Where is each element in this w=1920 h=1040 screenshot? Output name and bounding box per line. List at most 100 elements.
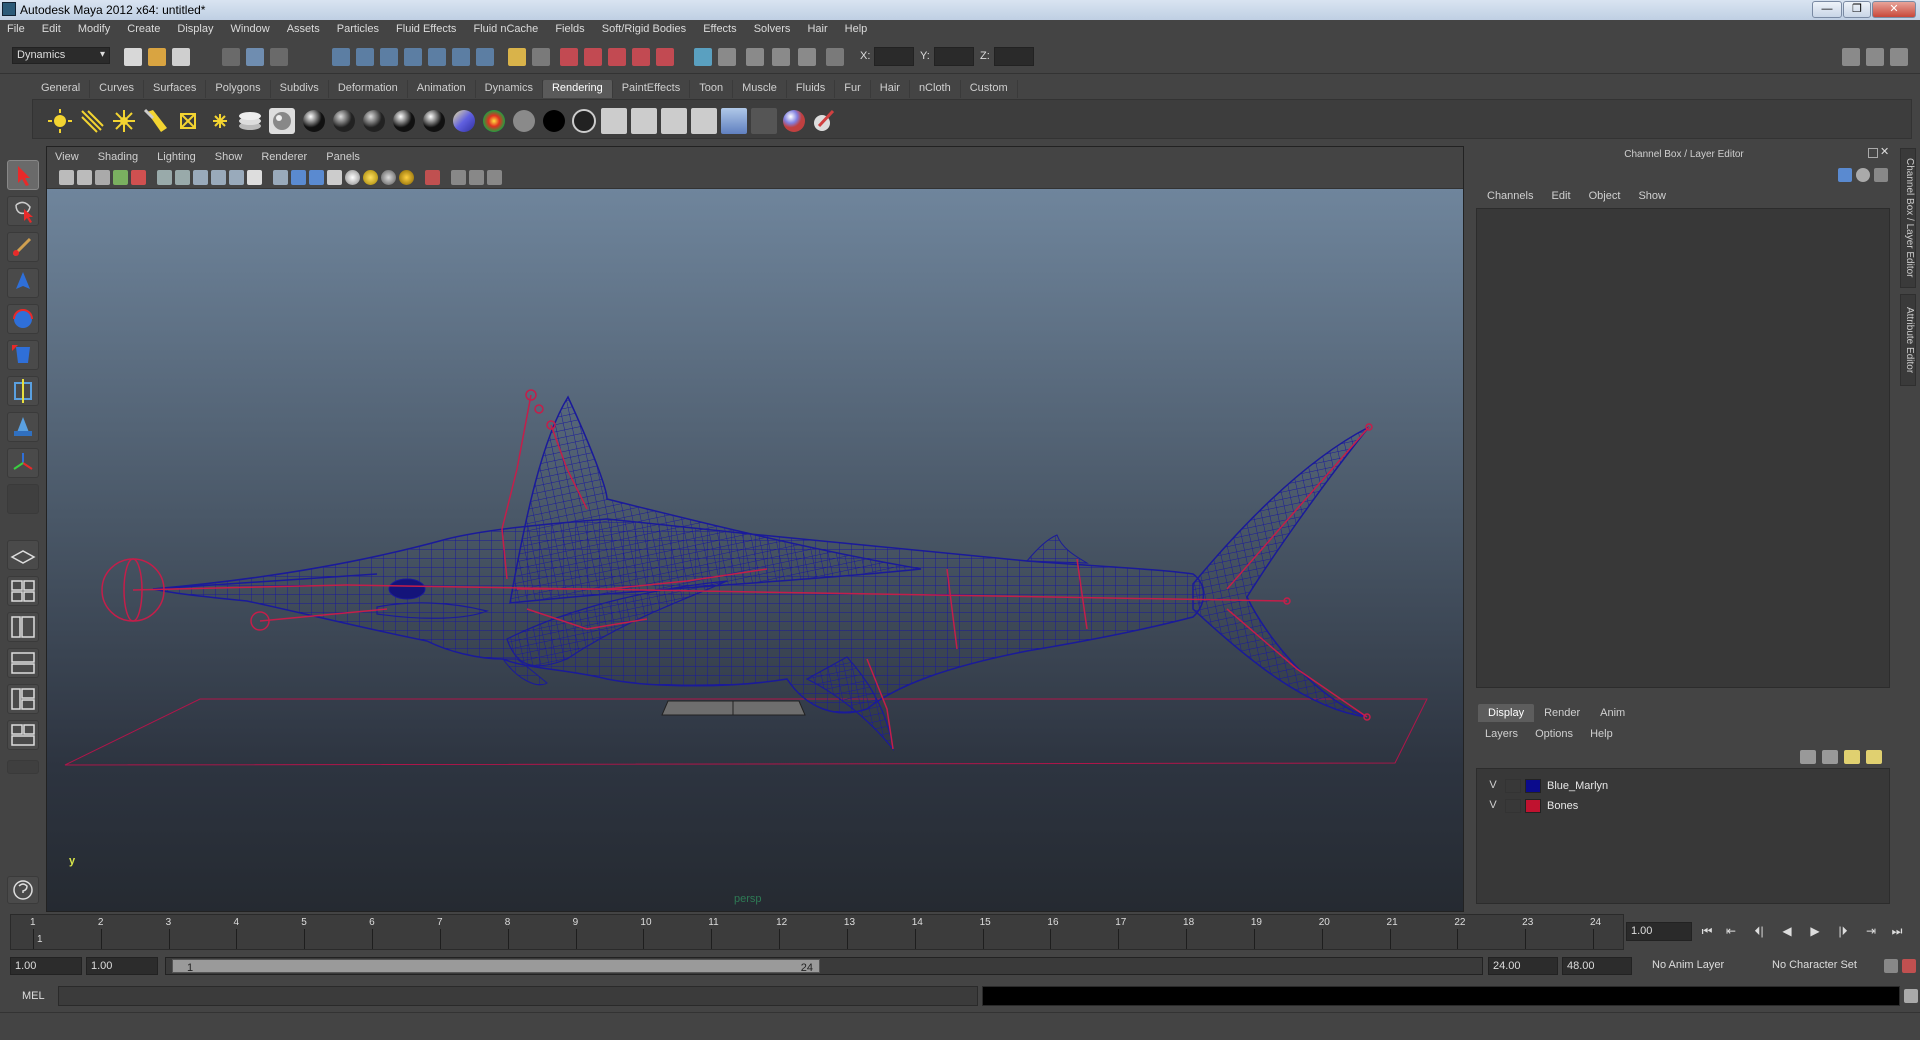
select-tool-icon[interactable] <box>7 160 39 190</box>
show-menu[interactable]: Show <box>1631 188 1674 202</box>
persp-outliner-layout-icon[interactable] <box>7 612 39 642</box>
open-scene-icon[interactable] <box>148 48 166 66</box>
shelf-tab-custom[interactable]: Custom <box>961 80 1018 98</box>
edit-menu[interactable]: Edit <box>1545 188 1579 202</box>
menu-display[interactable]: Display <box>170 20 220 35</box>
phong-shader-icon[interactable] <box>361 108 387 134</box>
shelf-tab-dynamics[interactable]: Dynamics <box>476 80 543 98</box>
render-settings-window-icon[interactable] <box>721 108 747 134</box>
more-layouts-toggle[interactable] <box>7 760 39 774</box>
menu-help[interactable]: Help <box>838 20 875 35</box>
manipulator-icon[interactable] <box>1838 168 1852 182</box>
menu-solvers[interactable]: Solvers <box>747 20 798 35</box>
manipulator-tool-icon[interactable] <box>7 376 39 406</box>
save-scene-icon[interactable] <box>172 48 190 66</box>
menu-assets[interactable]: Assets <box>280 20 327 35</box>
channel-list[interactable] <box>1476 208 1890 688</box>
menu-window[interactable]: Window <box>224 20 277 35</box>
snap-surface-icon[interactable] <box>452 48 470 66</box>
phong-e-shader-icon[interactable] <box>391 108 417 134</box>
menu-edit[interactable]: Edit <box>35 20 68 35</box>
select-camera-icon[interactable] <box>59 170 74 185</box>
character-set-dropdown[interactable]: No Character Set <box>1768 957 1878 975</box>
layer-row[interactable]: V Blue_Marlyn <box>1481 777 1885 795</box>
shelf-tab-hair[interactable]: Hair <box>871 80 910 98</box>
select-object-icon[interactable] <box>246 48 264 66</box>
render-layer-icon[interactable] <box>237 108 263 134</box>
shelf-tab-ncloth[interactable]: nCloth <box>910 80 961 98</box>
hypershade-shader-icon[interactable] <box>269 108 295 134</box>
go-to-end-button[interactable]: ⏭ <box>1888 924 1906 940</box>
step-back-frame-button[interactable]: ⇤ <box>1722 924 1740 940</box>
shelf-tab-rendering[interactable]: Rendering <box>542 80 613 98</box>
menu-fluid-ncache[interactable]: Fluid nCache <box>466 20 545 35</box>
shelf-tab-toon[interactable]: Toon <box>690 80 734 98</box>
surface-shader-icon[interactable] <box>511 108 537 134</box>
mental-ray-icon[interactable] <box>781 108 807 134</box>
viewport-menu-lighting[interactable]: Lighting <box>149 147 204 163</box>
select-component-icon[interactable] <box>270 48 288 66</box>
xray-icon[interactable] <box>451 170 466 185</box>
time-slider[interactable]: 1 2 3 4 5 6 7 8 9 10 11 12 13 14 15 16 17 18 19 20 21 22 23 24 1 <box>10 914 1624 950</box>
channels-menu[interactable]: Channels <box>1480 188 1541 202</box>
single-perspective-layout-icon[interactable] <box>7 540 39 570</box>
current-frame-field[interactable]: 1.00 <box>1626 922 1692 941</box>
x-field[interactable] <box>874 47 914 66</box>
shelf-tab-deformation[interactable]: Deformation <box>329 80 408 98</box>
scale-tool-icon[interactable] <box>7 340 39 370</box>
grid-toggle-icon[interactable] <box>157 170 172 185</box>
show-tool-settings-icon[interactable] <box>772 48 790 66</box>
four-view-layout-icon[interactable] <box>7 576 39 606</box>
image-plane-icon[interactable] <box>113 170 128 185</box>
menu-modify[interactable]: Modify <box>71 20 117 35</box>
side-tab-channel-box[interactable]: Channel Box / Layer Editor <box>1900 148 1916 288</box>
menu-create[interactable]: Create <box>120 20 167 35</box>
maximize-button[interactable]: ❐ <box>1843 1 1871 18</box>
play-backwards-button[interactable]: ◀ <box>1778 924 1796 940</box>
layer-tab-render[interactable]: Render <box>1534 704 1590 722</box>
last-tool-used-icon[interactable] <box>7 448 39 478</box>
shelf-tab-subdivs[interactable]: Subdivs <box>271 80 329 98</box>
quick-help-icon[interactable] <box>7 876 39 904</box>
close-button[interactable]: ✕ <box>1872 1 1916 18</box>
snap-grid-icon[interactable] <box>332 48 350 66</box>
selection-field-icon[interactable] <box>718 48 736 66</box>
lambert-shader-icon[interactable] <box>331 108 357 134</box>
script-editor-icon[interactable] <box>1904 989 1918 1003</box>
menu-file[interactable]: File <box>0 20 32 35</box>
layers-menu[interactable]: Layers <box>1480 726 1527 740</box>
anim-layer-dropdown[interactable]: No Anim Layer <box>1648 957 1752 975</box>
persp-graph-layout-icon[interactable] <box>7 648 39 678</box>
spot-light-icon[interactable] <box>143 108 169 134</box>
relative-transform-icon[interactable] <box>826 48 844 66</box>
move-layer-up-icon[interactable] <box>1800 750 1816 764</box>
render-region-icon[interactable] <box>661 108 687 134</box>
snap-curve-icon[interactable] <box>356 48 374 66</box>
scene-view[interactable]: y persp <box>47 189 1463 911</box>
toggle-channel-box-icon[interactable] <box>1890 48 1908 66</box>
safe-action-icon[interactable] <box>247 170 262 185</box>
hyper-icon[interactable] <box>1874 168 1888 182</box>
speed-icon[interactable] <box>1856 168 1870 182</box>
batch-render-icon[interactable] <box>751 108 777 134</box>
lasso-tool-icon[interactable] <box>7 196 39 226</box>
menu-fields[interactable]: Fields <box>548 20 591 35</box>
shelf-tab-fluids[interactable]: Fluids <box>787 80 836 98</box>
layer-visibility-toggle[interactable]: V <box>1485 799 1501 813</box>
snap-point-icon[interactable] <box>380 48 398 66</box>
render-view-icon[interactable] <box>656 48 674 66</box>
y-field[interactable] <box>934 47 974 66</box>
viewport-menu-renderer[interactable]: Renderer <box>253 147 315 163</box>
input-line-icon[interactable] <box>694 48 712 66</box>
show-attribute-editor-icon[interactable] <box>746 48 764 66</box>
command-language-label[interactable]: MEL <box>22 990 45 1002</box>
wireframe-on-shaded-icon[interactable] <box>309 170 324 185</box>
area-light-icon[interactable] <box>175 108 201 134</box>
close-panel-icon[interactable]: ✕ <box>1880 147 1892 159</box>
float-panel-icon[interactable] <box>1868 148 1878 158</box>
ambient-light-icon[interactable] <box>47 108 73 134</box>
rotate-tool-icon[interactable] <box>7 304 39 334</box>
options-menu[interactable]: Options <box>1530 726 1582 740</box>
animation-end-field[interactable]: 48.00 <box>1562 957 1632 975</box>
menu-effects[interactable]: Effects <box>696 20 743 35</box>
